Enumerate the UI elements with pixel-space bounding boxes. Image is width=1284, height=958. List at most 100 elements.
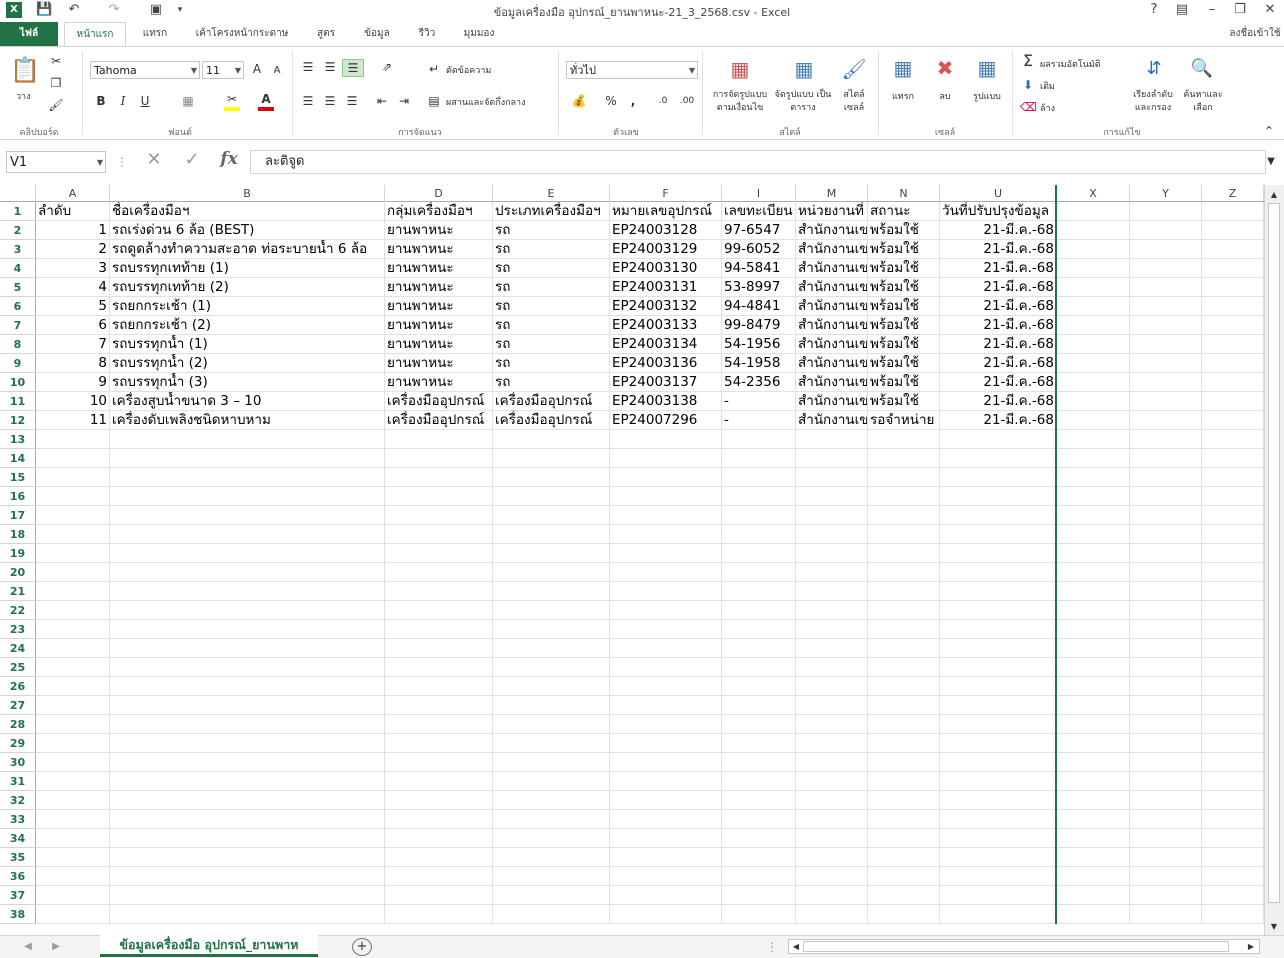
grid-cell[interactable]: [110, 601, 385, 620]
row-header[interactable]: 36: [0, 867, 36, 886]
find-select-icon[interactable]: 🔍: [1188, 55, 1216, 83]
grid-cell[interactable]: [1202, 620, 1264, 639]
grid-cell[interactable]: สำนักงานเข: [796, 411, 868, 430]
grid-cell[interactable]: รถยกกระเช้า (2): [110, 316, 385, 335]
grid-cell[interactable]: [36, 734, 110, 753]
grid-cell[interactable]: [493, 487, 610, 506]
grid-cell[interactable]: [868, 449, 940, 468]
grid-cell[interactable]: [36, 639, 110, 658]
grid-cell[interactable]: พร้อมใช้: [868, 240, 940, 259]
grid-cell[interactable]: [1130, 392, 1202, 411]
grid-cell[interactable]: [940, 791, 1057, 810]
grid-cell[interactable]: [722, 639, 796, 658]
grid-cell[interactable]: [36, 506, 110, 525]
grid-cell[interactable]: [940, 886, 1057, 905]
grid-cell[interactable]: [385, 582, 493, 601]
grid-cell[interactable]: [110, 658, 385, 677]
underline-button[interactable]: U: [138, 93, 152, 109]
grid-cell[interactable]: [36, 658, 110, 677]
grid-cell[interactable]: [493, 867, 610, 886]
grid-cell[interactable]: [1130, 544, 1202, 563]
grid-cell[interactable]: [940, 753, 1057, 772]
grid-cell[interactable]: [796, 658, 868, 677]
grid-cell[interactable]: [796, 582, 868, 601]
grid-cell[interactable]: [493, 449, 610, 468]
increase-indent-icon[interactable]: ⇥: [396, 93, 412, 109]
align-top-icon[interactable]: ☰: [300, 59, 316, 75]
grid-cell[interactable]: [940, 658, 1057, 677]
grid-cell[interactable]: [722, 582, 796, 601]
decrease-indent-icon[interactable]: ⇤: [374, 93, 390, 109]
grid-cell[interactable]: [110, 791, 385, 810]
grid-cell[interactable]: [940, 715, 1057, 734]
grid-cell[interactable]: [1202, 411, 1264, 430]
grid-cell[interactable]: [796, 696, 868, 715]
grid-cell[interactable]: [1057, 848, 1130, 867]
grid-cell[interactable]: [940, 677, 1057, 696]
grid-cell[interactable]: 99-8479: [722, 316, 796, 335]
grid-cell[interactable]: [1202, 772, 1264, 791]
grid-cell[interactable]: [1057, 278, 1130, 297]
grid-cell[interactable]: [493, 430, 610, 449]
grid-cell[interactable]: [493, 468, 610, 487]
grid-cell[interactable]: พร้อมใช้: [868, 297, 940, 316]
grid-cell[interactable]: 9: [36, 373, 110, 392]
grid-cell[interactable]: [1202, 221, 1264, 240]
grid-cell[interactable]: [110, 715, 385, 734]
grid-cell[interactable]: [722, 734, 796, 753]
grid-cell[interactable]: [385, 449, 493, 468]
grid-cell[interactable]: [1057, 734, 1130, 753]
number-format-combo[interactable]: ทั่วไป ▼: [566, 61, 698, 79]
grid-cell[interactable]: [868, 582, 940, 601]
grid-cell[interactable]: [493, 639, 610, 658]
grid-cell[interactable]: [1202, 373, 1264, 392]
cancel-entry-icon[interactable]: ✕: [144, 151, 164, 169]
grid-cell[interactable]: [1130, 905, 1202, 924]
grid-cell[interactable]: [493, 905, 610, 924]
row-header[interactable]: 9: [0, 354, 36, 373]
grid-cell[interactable]: [36, 430, 110, 449]
grid-cell[interactable]: [610, 829, 722, 848]
column-header[interactable]: X: [1057, 185, 1130, 202]
grid-cell[interactable]: พร้อมใช้: [868, 373, 940, 392]
grid-cell[interactable]: [493, 791, 610, 810]
grid-cell[interactable]: [940, 506, 1057, 525]
row-header[interactable]: 13: [0, 430, 36, 449]
grid-cell[interactable]: [1202, 563, 1264, 582]
grid-cell[interactable]: 54-1958: [722, 354, 796, 373]
grid-cell[interactable]: [1202, 601, 1264, 620]
row-header[interactable]: 33: [0, 810, 36, 829]
grid-cell[interactable]: 21-มี.ค.-68: [940, 221, 1057, 240]
close-icon[interactable]: ✕: [1262, 2, 1278, 18]
grid-cell[interactable]: EP24003134: [610, 335, 722, 354]
grid-cell[interactable]: [1130, 430, 1202, 449]
grid-cell[interactable]: [1130, 620, 1202, 639]
grid-cell[interactable]: [110, 848, 385, 867]
grid-cell[interactable]: [493, 753, 610, 772]
grid-cell[interactable]: 21-มี.ค.-68: [940, 278, 1057, 297]
grid-cell[interactable]: ยานพาหนะ: [385, 221, 493, 240]
grid-cell[interactable]: [1057, 430, 1130, 449]
grid-cell[interactable]: EP24003137: [610, 373, 722, 392]
grid-cell[interactable]: [1057, 240, 1130, 259]
grid-cell[interactable]: [1202, 354, 1264, 373]
row-header[interactable]: 6: [0, 297, 36, 316]
grid-cell[interactable]: [722, 905, 796, 924]
grid-cell[interactable]: [110, 582, 385, 601]
select-all-corner[interactable]: [0, 185, 36, 202]
grid-cell[interactable]: [722, 696, 796, 715]
column-header[interactable]: I: [722, 185, 796, 202]
grid-cell[interactable]: รถบรรทุกน้ำ (2): [110, 354, 385, 373]
grid-cell[interactable]: รถเร่งด่วน 6 ล้อ (BEST): [110, 221, 385, 240]
grid-cell[interactable]: [1202, 202, 1264, 221]
grid-cell[interactable]: [610, 905, 722, 924]
grid-cell[interactable]: [610, 734, 722, 753]
percent-style-button[interactable]: %: [604, 93, 618, 109]
row-header[interactable]: 32: [0, 791, 36, 810]
row-header[interactable]: 21: [0, 582, 36, 601]
row-header[interactable]: 26: [0, 677, 36, 696]
grid-cell[interactable]: [385, 601, 493, 620]
grid-cell[interactable]: 21-มี.ค.-68: [940, 354, 1057, 373]
font-name-combo[interactable]: Tahoma ▼: [90, 61, 200, 79]
tab-data[interactable]: ข้อมูล: [354, 22, 400, 46]
